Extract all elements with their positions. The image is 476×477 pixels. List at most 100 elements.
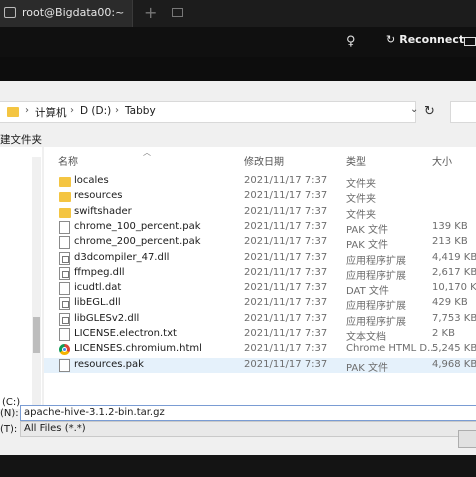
filename-input[interactable]: apache-hive-3.1.2-bin.tar.gz xyxy=(20,405,476,421)
column-header-name[interactable]: 名称 xyxy=(58,153,78,168)
file-row[interactable]: swiftshader 2021/11/17 7:37 文件夹 xyxy=(44,205,476,221)
file-date: 2021/11/17 7:37 xyxy=(244,220,328,232)
file-type: PAK 文件 xyxy=(346,240,388,252)
breadcrumb-separator: › xyxy=(70,105,74,116)
open-button[interactable] xyxy=(458,430,476,448)
file-name: ffmpeg.dll xyxy=(74,266,125,278)
breadcrumb-computer[interactable]: 计算机 xyxy=(35,105,67,120)
column-header-date[interactable]: 修改日期 xyxy=(244,153,284,168)
file-type: DAT 文件 xyxy=(346,286,389,298)
folder-icon xyxy=(59,207,71,218)
terminal-icon xyxy=(4,7,16,18)
breadcrumb-tabby[interactable]: Tabby xyxy=(125,105,156,117)
file-icon xyxy=(59,220,70,234)
file-date: 2021/11/17 7:37 xyxy=(244,175,328,186)
file-row[interactable]: icudtl.dat 2021/11/17 7:37 DAT 文件 10,170 KB xyxy=(44,281,476,298)
navigation-pane: (C:) xyxy=(0,147,42,409)
folder-icon xyxy=(59,192,71,203)
file-name: LICENSES.chromium.html xyxy=(74,343,202,355)
file-icon xyxy=(59,358,70,372)
tab-overview-icon[interactable] xyxy=(172,8,183,17)
file-type: 文本文档 xyxy=(346,332,386,343)
file-size: 7,753 KB xyxy=(432,312,476,324)
file-row[interactable]: ffmpeg.dll 2021/11/17 7:37 应用程序扩展 2,617 KB xyxy=(44,266,476,282)
file-icon xyxy=(59,236,70,250)
file-row[interactable]: d3dcompiler_47.dll 2021/11/17 7:37 应用程序扩展 4… xyxy=(44,251,476,267)
file-date: 2021/11/17 7:37 xyxy=(244,205,328,217)
file-date: 2021/11/17 7:37 xyxy=(244,312,328,324)
file-type: PAK 文件 xyxy=(346,362,388,374)
file-date: 2021/11/17 7:37 xyxy=(244,297,328,309)
file-row[interactable]: locales 2021/11/17 7:37 文件夹 xyxy=(44,174,476,190)
file-row[interactable]: chrome_200_percent.pak 2021/11/17 7:37 PAK… xyxy=(44,235,476,252)
file-name: icudtl.dat xyxy=(74,282,122,294)
nav-scrollbar-thumb[interactable] xyxy=(33,317,40,353)
filename-label: (N): xyxy=(0,408,19,419)
column-header-size[interactable]: 大小 xyxy=(432,153,452,168)
breadcrumb[interactable]: › 计算机 › D (D:) › Tabby ⌄ xyxy=(0,101,418,123)
refresh-button[interactable]: ↻ xyxy=(424,104,435,119)
file-row[interactable]: resources.pak 2021/11/17 7:37 PAK 文件 4,968 … xyxy=(44,357,476,374)
file-type: 应用程序扩展 xyxy=(346,301,406,313)
chrome-icon xyxy=(59,344,70,356)
file-size: 429 KB xyxy=(432,297,468,309)
new-folder-button[interactable]: 建文件夹 xyxy=(0,132,42,147)
file-size: 2 KB xyxy=(432,328,455,339)
dll-file-icon xyxy=(59,266,70,280)
file-icon xyxy=(59,282,70,296)
file-date: 2021/11/17 7:37 xyxy=(244,266,328,278)
terminal-tab[interactable]: root@Bigdata00:~ xyxy=(0,0,133,27)
tab-bar: root@Bigdata00:~ + xyxy=(0,0,476,28)
file-row[interactable]: libGLESv2.dll 2021/11/17 7:37 应用程序扩展 7,753 … xyxy=(44,312,476,328)
file-size: 4,968 KB xyxy=(432,358,476,370)
file-name: resources.pak xyxy=(74,358,144,370)
lightbulb-icon[interactable]: ♀ xyxy=(346,34,356,49)
reconnect-icon: ↻ xyxy=(386,33,396,46)
file-size: 4,419 KB xyxy=(432,251,476,263)
file-row[interactable]: LICENSES.chromium.html 2021/11/17 7:37 Chr… xyxy=(44,342,476,357)
file-name: d3dcompiler_47.dll xyxy=(74,251,170,263)
file-type: PAK 文件 xyxy=(346,224,388,236)
folder-icon xyxy=(59,177,71,187)
file-type: 文件夹 xyxy=(346,194,376,206)
file-name: chrome_100_percent.pak xyxy=(74,220,201,232)
file-size: 213 KB xyxy=(432,236,468,248)
file-date: 2021/11/17 7:37 xyxy=(244,358,328,370)
search-input[interactable] xyxy=(450,101,476,123)
terminal-area xyxy=(0,455,476,477)
file-name: chrome_200_percent.pak xyxy=(74,236,201,248)
tab-title: root@Bigdata00:~ xyxy=(22,6,125,19)
file-date: 2021/11/17 7:37 xyxy=(244,343,328,355)
new-tab-button[interactable]: + xyxy=(144,3,157,22)
breadcrumb-separator: › xyxy=(25,105,29,116)
file-size: 10,170 KB xyxy=(432,282,476,294)
display-icon[interactable] xyxy=(464,37,476,46)
chevron-down-icon[interactable]: ⌄ xyxy=(410,104,418,115)
filetype-select[interactable]: All Files (*.*) xyxy=(20,421,476,437)
file-name: swiftshader xyxy=(74,205,132,217)
filetype-label: (T): xyxy=(0,424,18,435)
file-row[interactable]: LICENSE.electron.txt 2021/11/17 7:37 文本文档 2… xyxy=(44,327,476,343)
file-row[interactable]: resources 2021/11/17 7:37 文件夹 xyxy=(44,189,476,206)
file-row[interactable]: libEGL.dll 2021/11/17 7:37 应用程序扩展 429 KB xyxy=(44,296,476,313)
file-date: 2021/11/17 7:37 xyxy=(244,328,328,339)
file-date: 2021/11/17 7:37 xyxy=(244,190,328,202)
file-date: 2021/11/17 7:37 xyxy=(244,282,328,294)
file-icon xyxy=(59,328,70,341)
file-type: 应用程序扩展 xyxy=(346,316,406,328)
dll-file-icon xyxy=(59,312,70,326)
file-name: resources xyxy=(74,190,123,202)
file-type: Chrome HTML D... xyxy=(346,343,437,355)
file-open-dialog: › 计算机 › D (D:) › Tabby ⌄ ↻ 建文件夹 (C:) ︿ 名… xyxy=(0,81,476,455)
terminal-toolbar: ♀ ↻ Reconnect xyxy=(0,27,476,57)
nav-scrollbar[interactable] xyxy=(32,157,41,407)
column-header-type[interactable]: 类型 xyxy=(346,153,366,168)
file-type: 应用程序扩展 xyxy=(346,255,406,267)
nav-item-drive-c[interactable]: (C:) xyxy=(2,397,20,408)
file-list: ︿ 名称 修改日期 类型 大小 locales 2021/11/17 7:37 文件… xyxy=(44,147,476,409)
breadcrumb-drive-d[interactable]: D (D:) xyxy=(80,105,111,117)
file-size: 5,245 KB xyxy=(432,343,476,355)
file-size: 139 KB xyxy=(432,220,468,232)
reconnect-button[interactable]: ↻ Reconnect xyxy=(386,33,464,46)
file-row[interactable]: chrome_100_percent.pak 2021/11/17 7:37 PAK… xyxy=(44,220,476,236)
